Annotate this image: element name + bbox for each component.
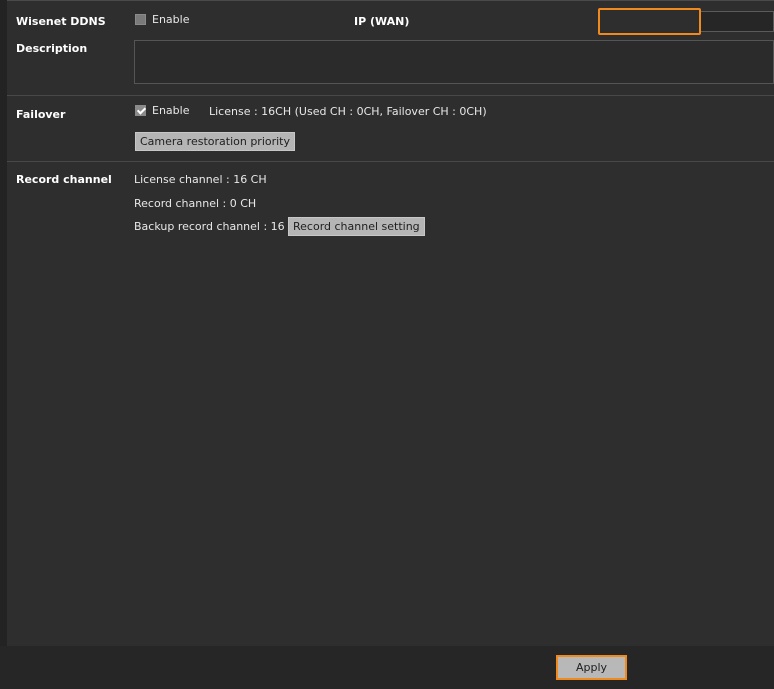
settings-panel	[7, 0, 774, 646]
license-channel-text: License channel : 16 CH	[134, 173, 267, 186]
footer-bar	[0, 646, 774, 689]
record-channel-text: Record channel : 0 CH	[134, 197, 257, 210]
failover-enable-label: Enable	[152, 104, 190, 117]
camera-restoration-priority-button[interactable]: Camera restoration priority	[135, 132, 296, 151]
ip-wan-focus-highlight	[598, 8, 701, 35]
record-channel-label: Record channel	[16, 173, 112, 186]
ddns-enable-checkbox[interactable]	[135, 14, 146, 25]
top-divider	[7, 0, 774, 1]
record-channel-setting-button[interactable]: Record channel setting	[288, 217, 425, 236]
failover-label: Failover	[16, 108, 66, 121]
description-label: Description	[16, 42, 88, 55]
ddns-enable-label: Enable	[152, 13, 190, 26]
ip-wan-label: IP (WAN)	[354, 15, 410, 28]
description-input[interactable]	[134, 40, 774, 84]
failover-license-text: License : 16CH (Used CH : 0CH, Failover …	[209, 105, 487, 118]
section-divider-2	[7, 161, 774, 162]
apply-button[interactable]: Apply	[556, 655, 627, 680]
backup-record-channel-text: Backup record channel : 16 CH	[134, 220, 305, 233]
failover-enable-checkbox[interactable]	[135, 105, 146, 116]
section-divider-1	[7, 95, 774, 96]
ddns-label: Wisenet DDNS	[16, 15, 106, 28]
